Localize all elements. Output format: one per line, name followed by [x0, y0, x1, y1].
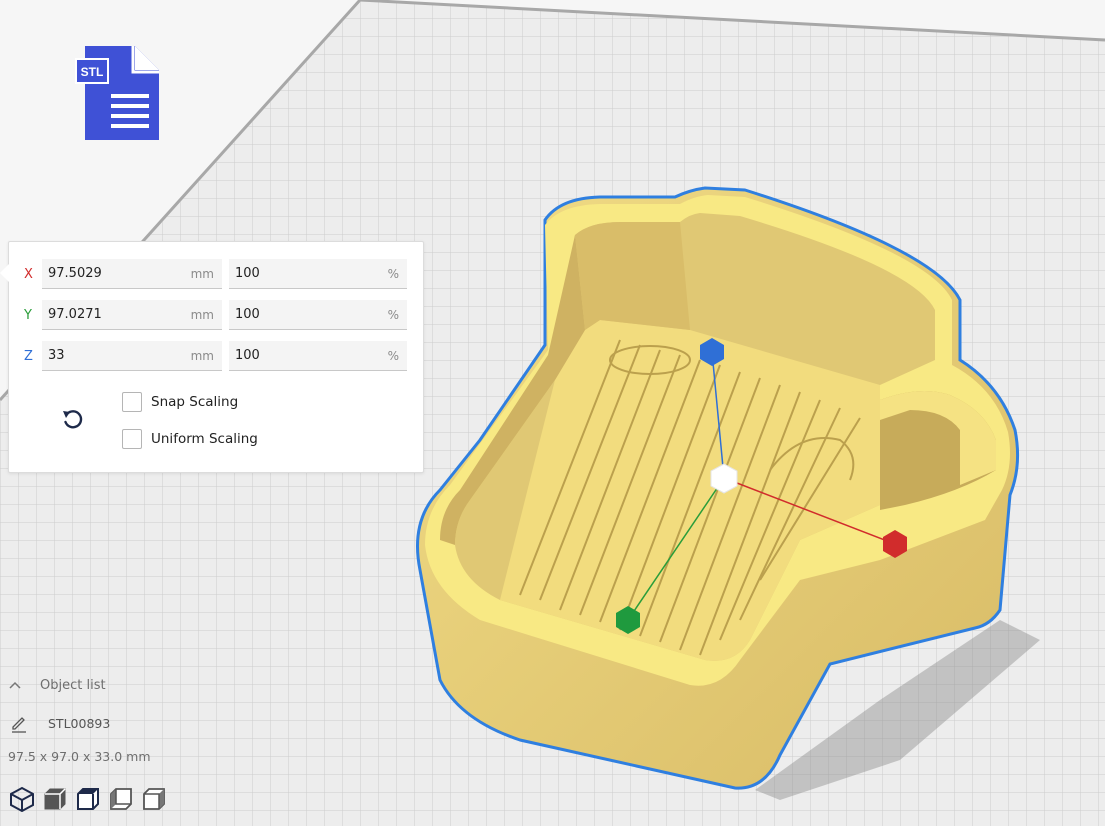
z-axis-label: Z: [24, 349, 33, 364]
object-name: STL00893: [48, 716, 110, 731]
z-size-unit: mm: [191, 349, 214, 363]
z-size-value: 33: [48, 348, 65, 363]
y-scale-row: Y 97.0271 mm 100 %: [9, 300, 423, 332]
x-percent-input[interactable]: 100 %: [229, 259, 407, 289]
z-percent-input[interactable]: 100 %: [229, 341, 407, 371]
object-list-label: Object list: [40, 678, 106, 693]
top-view-button[interactable]: [74, 785, 102, 813]
x-axis-label: X: [24, 267, 33, 282]
3d-view-icon: [9, 786, 35, 812]
uniform-scaling-label: Uniform Scaling: [151, 431, 258, 447]
chevron-up-icon: [8, 679, 22, 693]
uniform-scaling-checkbox[interactable]: [122, 429, 142, 449]
snap-scaling-label: Snap Scaling: [151, 394, 238, 410]
y-percent-unit: %: [388, 308, 399, 322]
object-dimensions: 97.5 x 97.0 x 33.0 mm: [8, 749, 151, 764]
y-percent-value: 100: [235, 307, 260, 322]
view-toolbar: [8, 785, 168, 815]
front-view-icon: [42, 786, 68, 812]
scale-panel: X 97.5029 mm 100 % Y 97.0271 mm 100 % Z …: [8, 241, 424, 473]
reset-icon: [58, 405, 86, 433]
stl-file-icon: STL: [75, 44, 165, 142]
x-percent-unit: %: [388, 267, 399, 281]
x-scale-row: X 97.5029 mm 100 %: [9, 259, 423, 291]
right-view-button[interactable]: [140, 785, 168, 813]
uniform-scale-handle[interactable]: [711, 464, 737, 493]
edit-pencil-icon[interactable]: [10, 715, 28, 733]
stl-file-label: STL: [81, 65, 104, 79]
z-scale-row: Z 33 mm 100 %: [9, 341, 423, 373]
reset-scale-button[interactable]: [57, 404, 87, 434]
y-axis-label: Y: [24, 308, 32, 323]
x-size-input[interactable]: 97.5029 mm: [42, 259, 222, 289]
x-size-value: 97.5029: [48, 266, 102, 281]
front-view-button[interactable]: [41, 785, 69, 813]
3d-view-button[interactable]: [8, 785, 36, 813]
top-view-icon: [75, 786, 101, 812]
left-view-icon: [108, 786, 134, 812]
snap-scaling-checkbox[interactable]: [122, 392, 142, 412]
y-percent-input[interactable]: 100 %: [229, 300, 407, 330]
y-size-value: 97.0271: [48, 307, 102, 322]
x-size-unit: mm: [191, 267, 214, 281]
z-percent-value: 100: [235, 348, 260, 363]
z-percent-unit: %: [388, 349, 399, 363]
x-percent-value: 100: [235, 266, 260, 281]
y-size-input[interactable]: 97.0271 mm: [42, 300, 222, 330]
z-size-input[interactable]: 33 mm: [42, 341, 222, 371]
right-view-icon: [141, 786, 167, 812]
y-size-unit: mm: [191, 308, 214, 322]
left-view-button[interactable]: [107, 785, 135, 813]
